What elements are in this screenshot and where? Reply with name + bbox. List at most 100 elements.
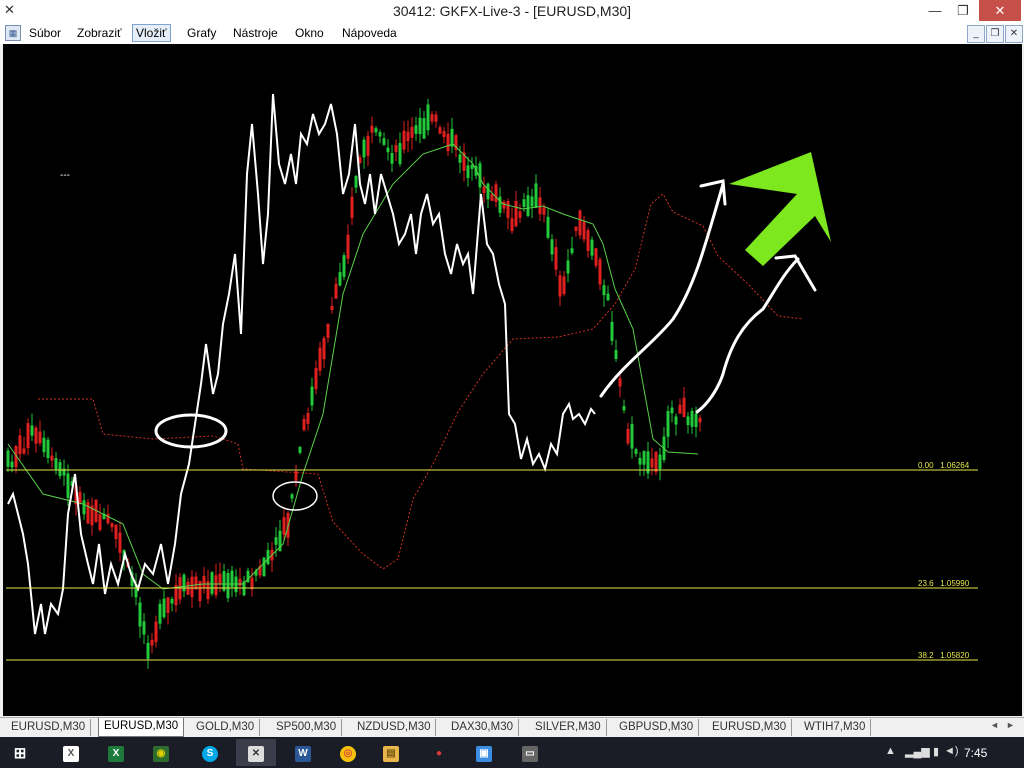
- tab-silver-m30[interactable]: SILVER,M30: [530, 719, 607, 736]
- candle-body: [162, 598, 166, 618]
- tab-sp500-m30[interactable]: SP500,M30: [271, 719, 343, 736]
- child-minimize-button[interactable]: _: [967, 25, 985, 43]
- menu-napoveda[interactable]: Nápoveda: [339, 25, 400, 41]
- tab-scroll-right-icon[interactable]: ►: [1006, 720, 1015, 730]
- candle-body: [10, 461, 14, 468]
- battery-icon[interactable]: ▮: [933, 745, 939, 758]
- candle-body: [46, 439, 50, 459]
- candle-body: [654, 451, 658, 473]
- taskbar-app-5[interactable]: ✕: [236, 739, 276, 766]
- start-button[interactable]: ⊞: [0, 739, 40, 766]
- file-explorer-icon: ▤: [383, 745, 399, 762]
- volume-icon[interactable]: ◄): [944, 745, 959, 757]
- tab-nzdusd-m30[interactable]: NZDUSD,M30: [352, 719, 437, 736]
- taskbar-app-2[interactable]: X: [96, 739, 136, 766]
- price-chart[interactable]: 0.00 1.06264 23.6 1.05990 38.2 1.05820 -…: [3, 44, 1022, 716]
- candle-body: [674, 416, 678, 425]
- candle-body: [614, 350, 618, 360]
- menu-nastroje[interactable]: Nástroje: [230, 25, 281, 41]
- candle-body: [546, 216, 550, 238]
- image-app-icon: ▣: [476, 745, 492, 762]
- candle-body: [650, 458, 654, 468]
- taskbar-app-10[interactable]: ▣: [464, 739, 504, 766]
- tab-eurusd-m30-3[interactable]: EURUSD,M30: [707, 719, 793, 736]
- candle-body: [522, 199, 526, 207]
- taskbar-app-3[interactable]: ◉: [141, 739, 181, 766]
- title-bar: ✕ 30412: GKFX-Live-3 - [EURUSD,M30] — ❐ …: [0, 0, 1024, 22]
- candle-body: [418, 117, 422, 135]
- taskbar-app-7[interactable]: ◎: [328, 739, 368, 766]
- candle-body: [678, 404, 682, 414]
- candle-body: [422, 118, 426, 139]
- tab-dax30-m30[interactable]: DAX30,M30: [446, 719, 520, 736]
- candle-body: [30, 425, 34, 436]
- document-icon[interactable]: ▦: [5, 25, 21, 41]
- tab-gbpusd-m30[interactable]: GBPUSD,M30: [614, 719, 700, 736]
- candle-body: [322, 338, 326, 360]
- tab-eurusd-m30-2[interactable]: EURUSD,M30: [98, 718, 185, 737]
- menu-grafy[interactable]: Grafy: [184, 25, 219, 41]
- menu-vlozit[interactable]: Vložiť: [132, 24, 171, 42]
- taskbar-clock[interactable]: 7:45: [964, 746, 987, 760]
- taskbar-app-4[interactable]: S: [190, 739, 230, 766]
- taskbar: ⊞ X X ◉ S ✕ W ◎ ▤ ● ▣ ▭ ▲ ▂▄▆ ▮ ◄) 7:45: [0, 737, 1024, 768]
- candle-body: [690, 410, 694, 427]
- candle-body: [458, 154, 462, 163]
- candle-body: [466, 165, 470, 179]
- candle-body: [230, 570, 234, 587]
- child-close-button[interactable]: ✕: [1005, 25, 1023, 43]
- candle-body: [34, 427, 38, 444]
- candle-body: [514, 200, 518, 227]
- maximize-button[interactable]: ❐: [948, 0, 978, 21]
- taskbar-app-11[interactable]: ▭: [510, 739, 550, 766]
- candle-body: [394, 145, 398, 152]
- candle-body: [634, 449, 638, 454]
- taskbar-app-6[interactable]: W: [283, 739, 323, 766]
- candle-body: [578, 210, 582, 236]
- candle-body: [138, 602, 142, 627]
- candle-body: [510, 218, 514, 232]
- tab-wtih7-m30[interactable]: WTIH7,M30: [799, 719, 872, 736]
- candle-body: [194, 576, 198, 590]
- candle-body: [118, 532, 122, 553]
- candle-body: [362, 139, 366, 158]
- candle-body: [98, 514, 102, 531]
- candle-body: [410, 126, 414, 138]
- show-hidden-icons-icon[interactable]: ▲: [885, 745, 896, 757]
- metatrader-icon: ✕: [248, 745, 264, 762]
- chrome-icon: ◎: [340, 745, 356, 762]
- candle-body: [618, 378, 622, 387]
- candle-body: [334, 283, 338, 299]
- candle-body: [622, 406, 626, 411]
- taskbar-app-9[interactable]: ●: [419, 739, 459, 766]
- taskbar-app-8[interactable]: ▤: [371, 739, 411, 766]
- candle-body: [686, 416, 690, 425]
- taskbar-app-1[interactable]: X: [51, 739, 91, 766]
- tab-scroll-left-icon[interactable]: ◄: [990, 720, 999, 730]
- menu-okno[interactable]: Okno: [292, 25, 327, 41]
- candle-body: [506, 201, 510, 219]
- child-restore-button[interactable]: ❐: [986, 25, 1004, 43]
- close-button[interactable]: ✕: [979, 0, 1021, 21]
- candle-body: [318, 347, 322, 371]
- candle-body: [482, 186, 486, 194]
- tab-eurusd-m30-1[interactable]: EURUSD,M30: [6, 719, 92, 736]
- candle-body: [210, 572, 214, 594]
- menu-subor[interactable]: Súbor: [26, 25, 64, 41]
- candle-body: [370, 125, 374, 133]
- minimize-button[interactable]: —: [920, 0, 950, 21]
- fib-label-0: 0.00 1.06264: [918, 461, 970, 470]
- tab-gold-m30[interactable]: GOLD,M30: [191, 719, 261, 736]
- candle-body: [238, 578, 242, 586]
- candle-body: [282, 517, 286, 535]
- candle-body: [486, 183, 490, 200]
- network-icon[interactable]: ▂▄▆: [905, 745, 930, 758]
- candle-body: [226, 572, 230, 599]
- candle-body: [378, 132, 382, 137]
- candle-body: [446, 133, 450, 152]
- candle-body: [290, 494, 294, 499]
- candle-body: [86, 502, 90, 524]
- candle-body: [602, 285, 606, 296]
- menu-zobrazit[interactable]: Zobraziť: [74, 25, 125, 41]
- candle-body: [274, 537, 278, 545]
